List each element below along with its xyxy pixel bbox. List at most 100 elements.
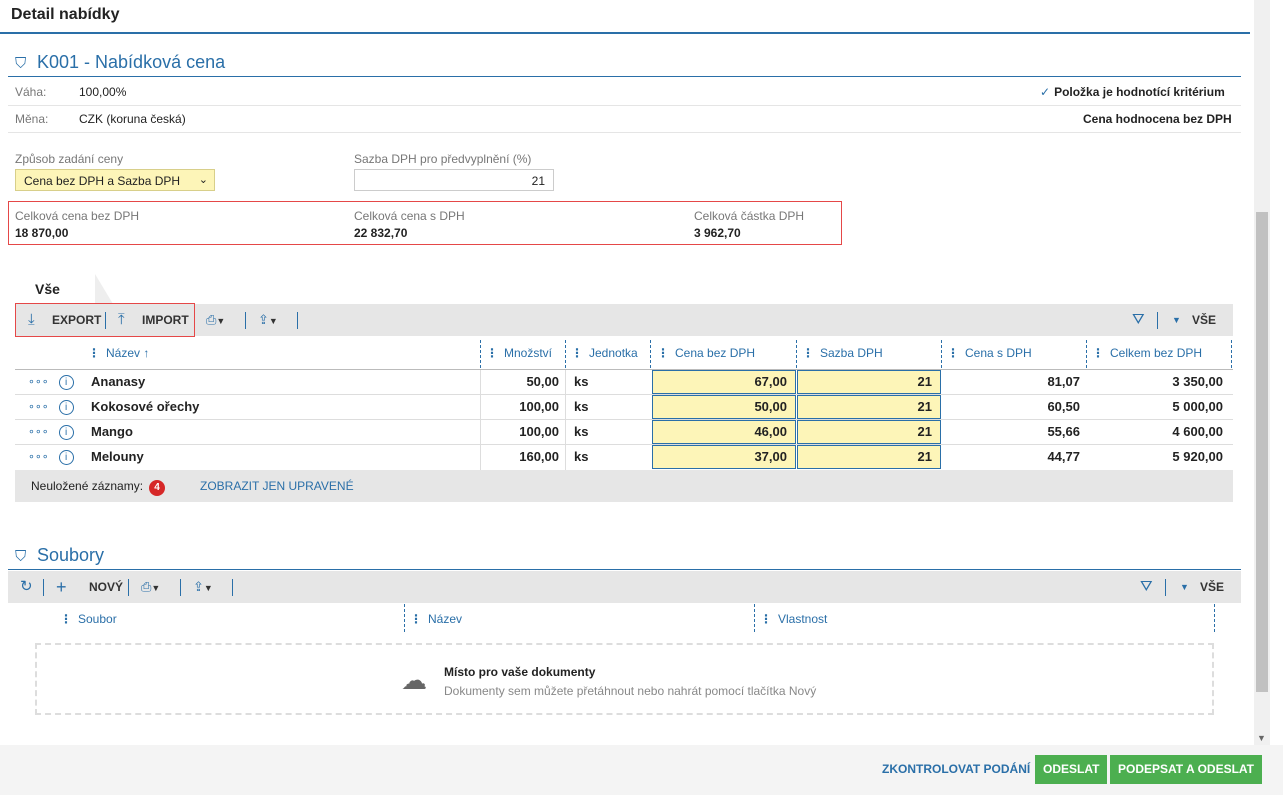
page-header: Detail nabídky — [0, 0, 1250, 34]
more-icon[interactable]: ∘∘∘ — [28, 426, 49, 438]
col-header-label: Cena s DPH — [965, 346, 1032, 360]
plus-icon[interactable]: + — [56, 571, 67, 603]
file-dropzone[interactable]: ☁ Místo pro vaše dokumenty Dokumenty sem… — [35, 643, 1214, 715]
toolbar-separator — [297, 312, 298, 329]
more-icon[interactable]: ∘∘∘ — [28, 401, 49, 413]
scrollbar[interactable]: ▼ — [1254, 0, 1270, 745]
cell-unit: ks — [574, 449, 589, 464]
info-icon[interactable]: i — [58, 449, 74, 465]
cell-name: Mango — [91, 424, 133, 439]
chevron-down-icon[interactable]: ▼ — [1172, 304, 1181, 336]
column-separator[interactable] — [941, 340, 942, 368]
column-divider — [480, 370, 481, 470]
dropzone-title: Místo pro vaše dokumenty — [444, 665, 596, 679]
price-mode-select[interactable]: Cena bez DPH a Sazba DPH ⌄ — [15, 169, 215, 191]
page-title: Detail nabídky — [11, 6, 120, 23]
cell-unit: ks — [574, 399, 589, 414]
column-divider — [565, 370, 566, 470]
row-actions[interactable]: ∘∘∘ i — [28, 445, 74, 469]
col-header-property[interactable]: ⋮ Vlastnost — [760, 604, 827, 634]
cell-price-no-vat-input[interactable]: 67,00 — [652, 370, 796, 394]
cell-vat-rate-input[interactable]: 21 — [797, 370, 941, 394]
column-separator[interactable] — [404, 604, 405, 632]
view-all-button[interactable]: VŠE — [1200, 571, 1224, 603]
cell-name: Kokosové ořechy — [91, 399, 200, 414]
column-separator[interactable] — [796, 340, 797, 368]
cell-total: 4 600,00 — [1172, 424, 1223, 439]
show-modified-link[interactable]: ZOBRAZIT JEN UPRAVENÉ — [200, 479, 354, 493]
send-button[interactable]: ODESLAT — [1035, 755, 1108, 784]
section-title-files: ⛉ Soubory — [15, 545, 104, 566]
cell-unit: ks — [574, 424, 589, 439]
price-mode-value: Cena bez DPH a Sazba DPH — [24, 174, 181, 188]
cell-vat-rate-input[interactable]: 21 — [797, 395, 941, 419]
view-all-button[interactable]: VŠE — [1192, 304, 1216, 336]
col-header-name[interactable]: ⋮ Název — [410, 604, 462, 634]
col-header-price-no-vat[interactable]: ⋮ Cena bez DPH — [657, 338, 755, 368]
column-separator[interactable] — [650, 340, 651, 368]
cell-vat-rate-input[interactable]: 21 — [797, 420, 941, 444]
row-actions[interactable]: ∘∘∘ i — [28, 420, 74, 444]
col-header-unit[interactable]: ⋮ Jednotka — [571, 338, 638, 368]
filter-icon[interactable]: ⛛ — [1132, 304, 1145, 336]
col-header-label: Jednotka — [589, 346, 638, 360]
cell-price-no-vat-input[interactable]: 50,00 — [652, 395, 796, 419]
total-vat-value: 3 962,70 — [694, 226, 741, 240]
cell-vat-rate-input[interactable]: 21 — [797, 445, 941, 469]
tab-all[interactable]: Vše — [15, 274, 113, 304]
import-button[interactable]: IMPORT — [142, 304, 189, 336]
toolbar-separator — [1165, 579, 1166, 596]
divider — [8, 105, 1241, 106]
scrollbar-thumb[interactable] — [1256, 212, 1268, 692]
section-title-price: ⛉ K001 - Nabídková cena — [15, 52, 225, 73]
col-header-name[interactable]: ⋮ Název ↑ — [88, 338, 149, 368]
scroll-down-icon[interactable]: ▼ — [1257, 733, 1266, 743]
col-header-label: Cena bez DPH — [675, 346, 756, 360]
col-header-quantity[interactable]: ⋮ Množství — [486, 338, 552, 368]
sort-asc-icon: ↑ — [143, 346, 150, 360]
print-menu-icon[interactable]: ⎙▼ — [141, 571, 160, 603]
cell-quantity: 160,00 — [519, 449, 559, 464]
col-header-vat-rate[interactable]: ⋮ Sazba DPH — [802, 338, 883, 368]
cell-total: 3 350,00 — [1172, 374, 1223, 389]
column-separator[interactable] — [1086, 340, 1087, 368]
chevron-down-icon[interactable]: ▼ — [1180, 571, 1189, 603]
cell-price-no-vat-input[interactable]: 37,00 — [652, 445, 796, 469]
tag-icon: ⛉ — [15, 55, 27, 72]
column-separator[interactable] — [754, 604, 755, 632]
col-header-total-no-vat[interactable]: ⋮ Celkem bez DPH — [1092, 338, 1202, 368]
filter-icon[interactable]: ⛛ — [1140, 571, 1153, 603]
cell-price-no-vat-input[interactable]: 46,00 — [652, 420, 796, 444]
vat-rate-input[interactable]: 21 — [354, 169, 554, 191]
col-header-price-vat[interactable]: ⋮ Cena s DPH — [947, 338, 1032, 368]
cell-price-vat: 81,07 — [1047, 374, 1080, 389]
cell-name: Melouny — [91, 449, 144, 464]
export-button[interactable]: EXPORT — [52, 304, 101, 336]
info-icon[interactable]: i — [58, 374, 74, 390]
share-menu-icon[interactable]: ⇪▼ — [258, 304, 278, 336]
cell-total: 5 920,00 — [1172, 449, 1223, 464]
unsaved-label: Neuložené záznamy: — [31, 479, 144, 493]
col-header-label: Soubor — [78, 612, 117, 626]
print-menu-icon[interactable]: ⎙▼ — [206, 304, 225, 336]
total-without-vat-label: Celková cena bez DPH — [15, 209, 140, 223]
col-header-file[interactable]: ⋮ Soubor — [60, 604, 117, 634]
row-actions[interactable]: ∘∘∘ i — [28, 370, 74, 394]
share-menu-icon[interactable]: ⇪▼ — [193, 571, 213, 603]
info-icon[interactable]: i — [58, 399, 74, 415]
refresh-icon[interactable]: ↻ — [20, 571, 33, 603]
column-separator[interactable] — [565, 340, 566, 368]
column-separator[interactable] — [1214, 604, 1215, 632]
cell-total: 5 000,00 — [1172, 399, 1223, 414]
column-separator[interactable] — [1231, 340, 1232, 368]
more-icon[interactable]: ∘∘∘ — [28, 451, 49, 463]
grid-toolbar — [15, 304, 1233, 336]
more-icon[interactable]: ∘∘∘ — [28, 376, 49, 388]
info-icon[interactable]: i — [58, 424, 74, 440]
column-separator[interactable] — [480, 340, 481, 368]
sign-and-send-button[interactable]: PODEPSAT A ODESLAT — [1110, 755, 1263, 784]
row-actions[interactable]: ∘∘∘ i — [28, 395, 74, 419]
new-file-button[interactable]: NOVÝ — [89, 571, 123, 603]
check-submission-button[interactable]: ZKONTROLOVAT PODÁNÍ — [882, 762, 1030, 776]
col-header-label: Celkem bez DPH — [1110, 346, 1203, 360]
